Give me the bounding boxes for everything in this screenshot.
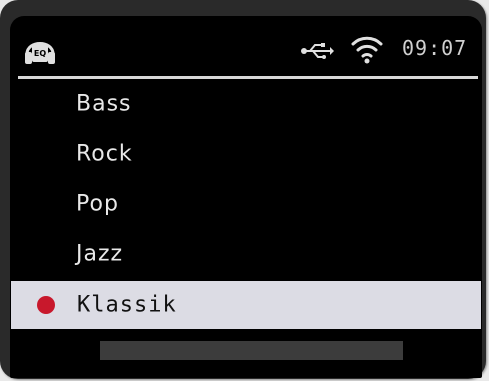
eq-badge-label: EQ — [34, 49, 46, 58]
menu-item-bass[interactable]: Bass — [10, 80, 482, 128]
menu-item-jazz[interactable]: Jazz — [10, 230, 482, 278]
wifi-icon — [351, 36, 383, 64]
selected-indicator-icon — [37, 296, 55, 314]
usb-icon — [301, 43, 334, 59]
menu-item-label: Jazz — [76, 241, 124, 267]
status-bar: EQ 09:07 — [10, 16, 482, 78]
menu-item-klassik[interactable]: Klassik — [11, 281, 481, 329]
menu-item-pop[interactable]: Pop — [10, 180, 482, 228]
clock-time: 09:07 — [402, 36, 468, 60]
menu-item-rock[interactable]: Rock — [10, 130, 482, 178]
menu-item-label: Klassik — [77, 292, 177, 318]
status-divider — [18, 76, 478, 79]
menu-item-label: Rock — [76, 141, 133, 167]
menu-item-label: Pop — [76, 191, 119, 217]
display-screen: EQ 09:07 Bass Rock Pop Jazz Klassik — [10, 16, 482, 378]
menu-item-label: Bass — [76, 91, 132, 117]
eq-headphones-icon: EQ — [25, 42, 55, 64]
obscured-caption-bar — [100, 341, 403, 360]
device-frame: EQ 09:07 Bass Rock Pop Jazz Klassik — [0, 0, 486, 379]
